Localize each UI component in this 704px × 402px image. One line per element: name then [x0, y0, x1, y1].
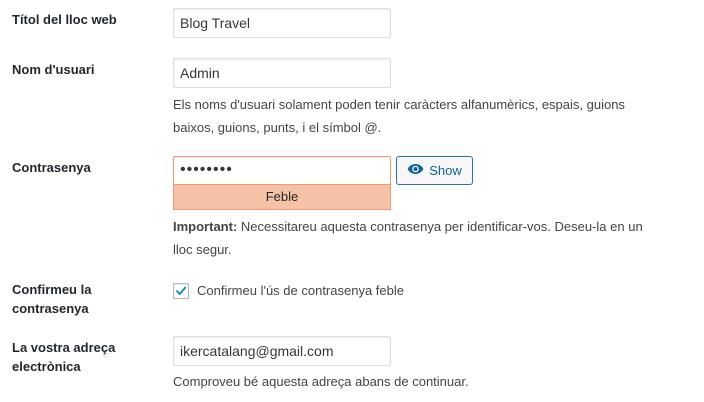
email-label-line2: electrònica [12, 359, 81, 374]
important-line2: lloc segur. [173, 242, 232, 257]
email-label-line1: La vostra adreça [12, 340, 116, 355]
confirm-weak-password-label[interactable]: Confirmeu l'ús de contrasenya feble [197, 281, 404, 300]
confirm-password-label: Confirmeu la contrasenya [12, 280, 91, 318]
email-hint: Comproveu bé aquesta adreça abans de con… [173, 374, 469, 389]
username-hint-line1: Els noms d'usuari solament poden tenir c… [173, 97, 625, 112]
email-input[interactable]: ikercatalang@gmail.com [173, 336, 391, 366]
site-title-input[interactable]: Blog Travel [173, 8, 391, 38]
username-input[interactable]: Admin [173, 58, 391, 88]
confirm-weak-password-checkbox[interactable] [173, 283, 189, 299]
important-line1: Necessitareu aquesta contrasenya per ide… [237, 219, 643, 234]
username-hint: Els noms d'usuari solament poden tenir c… [173, 93, 625, 139]
confirm-label-line2: contrasenya [12, 301, 89, 316]
username-label: Nom d'usuari [12, 62, 95, 77]
show-button-label: Show [429, 163, 462, 178]
confirm-label-line1: Confirmeu la [12, 282, 92, 297]
password-strength-indicator: Feble [173, 185, 391, 210]
show-password-button[interactable]: Show [396, 156, 473, 185]
password-input[interactable]: •••••••• [173, 156, 391, 185]
checkmark-icon [176, 286, 187, 295]
eye-icon [407, 163, 424, 178]
important-prefix: Important: [173, 219, 238, 234]
username-hint-line2: baixos, guions, punts, i el símbol @. [173, 120, 382, 135]
password-important-note: Important: Necessitareu aquesta contrase… [173, 215, 643, 261]
email-label: La vostra adreça electrònica [12, 338, 115, 376]
site-title-label: Títol del lloc web [12, 12, 117, 27]
password-label: Contrasenya [12, 160, 91, 175]
